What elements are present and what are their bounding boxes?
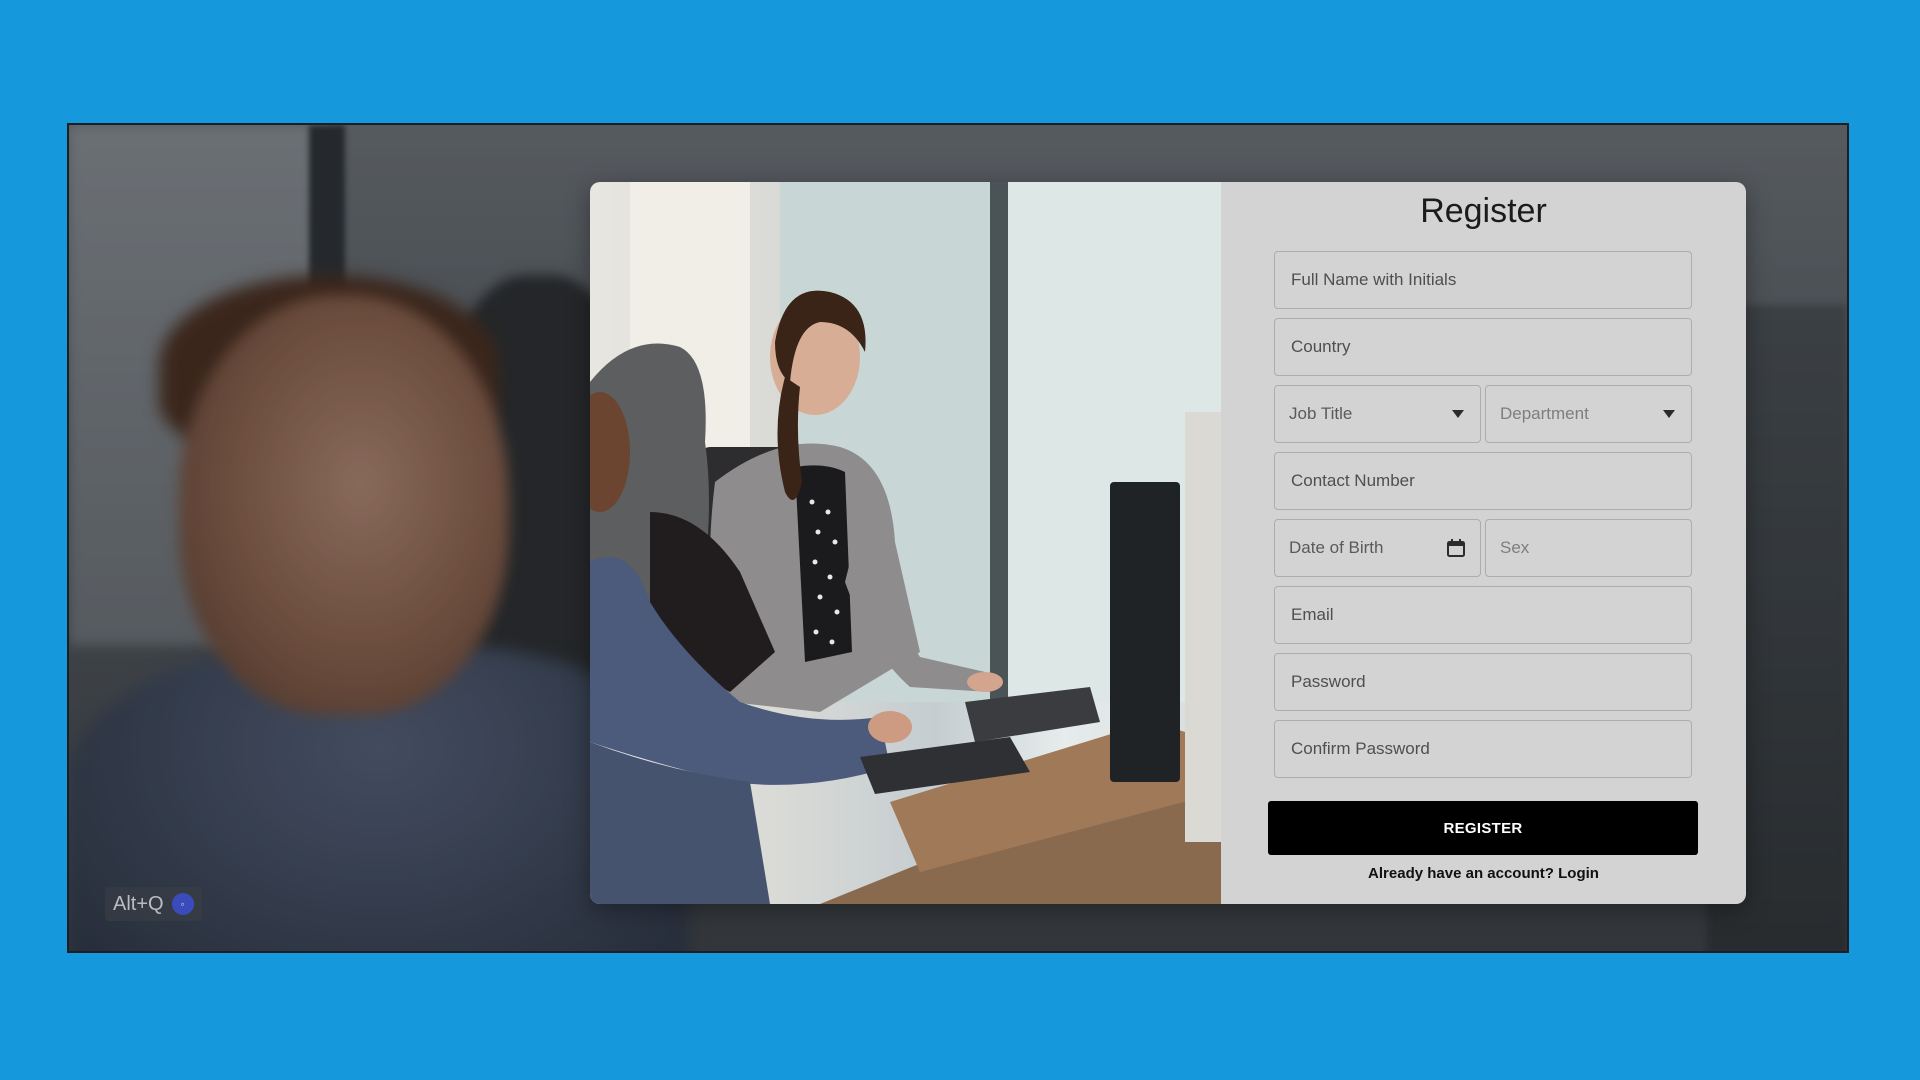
register-modal: Register Job Title Department Date of Bi… <box>590 182 1746 904</box>
email-field[interactable] <box>1274 586 1692 644</box>
register-button[interactable]: REGISTER <box>1268 801 1698 855</box>
login-prompt-text: Already have an account? <box>1368 865 1554 882</box>
calendar-icon[interactable] <box>1446 538 1466 558</box>
country-input[interactable] <box>1289 336 1677 358</box>
confirm-password-input[interactable] <box>1289 738 1677 760</box>
contact-number-field[interactable] <box>1274 452 1692 510</box>
date-of-birth-placeholder: Date of Birth <box>1289 538 1384 557</box>
department-placeholder: Department <box>1500 404 1589 423</box>
email-input[interactable] <box>1289 604 1677 626</box>
full-name-field[interactable] <box>1274 251 1692 309</box>
confirm-password-field[interactable] <box>1274 720 1692 778</box>
password-field[interactable] <box>1274 653 1692 711</box>
department-select[interactable]: Department <box>1485 385 1692 443</box>
chevron-down-icon <box>1663 410 1675 418</box>
form-title: Register <box>1420 192 1547 230</box>
job-title-placeholder: Job Title <box>1289 404 1353 423</box>
country-field[interactable] <box>1274 318 1692 376</box>
full-name-input[interactable] <box>1289 269 1677 291</box>
shortcut-label: Alt+Q <box>113 892 164 915</box>
job-title-select[interactable]: Job Title <box>1274 385 1481 443</box>
office-photo <box>590 182 1221 904</box>
shortcut-badge[interactable]: Alt+Q ◦ <box>105 887 202 921</box>
sex-placeholder: Sex <box>1500 538 1530 557</box>
date-of-birth-field[interactable]: Date of Birth <box>1274 519 1481 577</box>
password-input[interactable] <box>1289 671 1677 693</box>
chevron-down-icon <box>1452 410 1464 418</box>
sex-field[interactable]: Sex <box>1485 519 1692 577</box>
contact-number-input[interactable] <box>1289 470 1677 492</box>
login-prompt: Already have an account? Login <box>1221 865 1746 882</box>
assistant-icon: ◦ <box>171 893 194 915</box>
login-link[interactable]: Login <box>1558 865 1599 882</box>
register-form: Register Job Title Department Date of Bi… <box>1221 182 1746 904</box>
